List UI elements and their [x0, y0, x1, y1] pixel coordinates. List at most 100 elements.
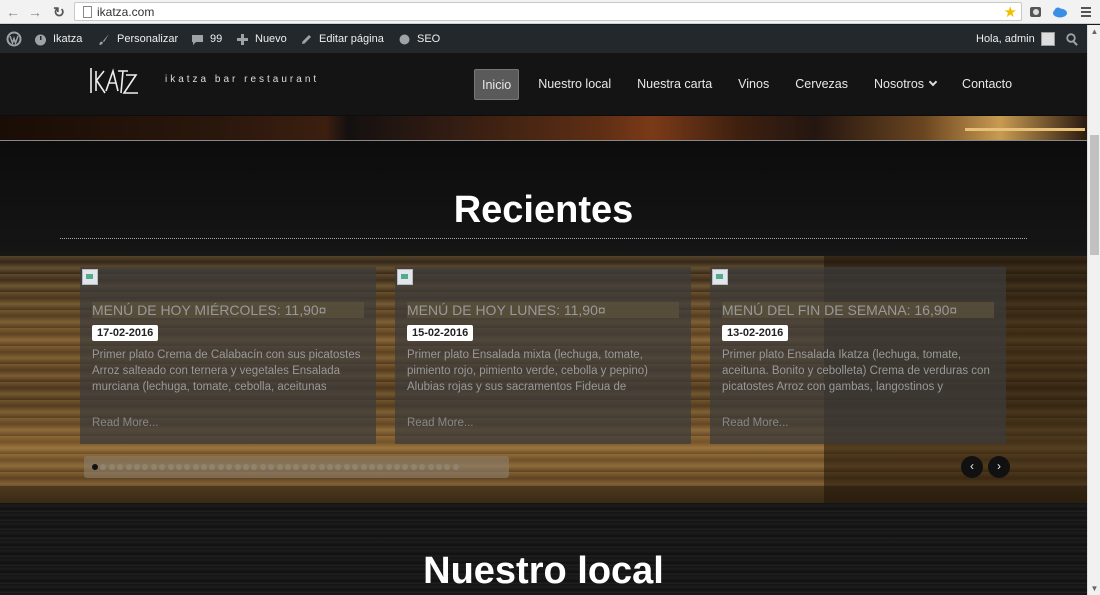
post-excerpt: Primer plato Ensalada Ikatza (lechuga, t… [722, 349, 990, 393]
read-more-link[interactable]: Read More... [92, 417, 158, 429]
pagination-dot[interactable] [234, 464, 241, 470]
pagination-dot[interactable] [226, 464, 233, 470]
pagination-dot[interactable] [427, 464, 434, 470]
site-tagline: ikatza bar restaurant [165, 74, 320, 85]
nav-vinos[interactable]: Vinos [731, 69, 776, 100]
pagination-dot[interactable] [243, 464, 250, 470]
pagination-dot[interactable] [343, 464, 350, 470]
pagination-dot[interactable] [117, 464, 124, 470]
browser-toolbar: ← → ↻ ikatza.com ★ [0, 0, 1100, 24]
pagination-dot[interactable] [108, 464, 115, 470]
pagination-dot[interactable] [360, 464, 367, 470]
nuestro-local-title: Nuestro local [423, 550, 664, 592]
read-more-link[interactable]: Read More... [407, 417, 473, 429]
back-icon[interactable]: ← [4, 3, 22, 21]
pagination-dot[interactable] [142, 464, 149, 470]
nav-nuestra-carta[interactable]: Nuestra carta [630, 69, 719, 100]
pagination-dot[interactable] [310, 464, 317, 470]
wp-customize-item[interactable]: Personalizar [98, 25, 178, 53]
wp-edit-page-item[interactable]: Editar página [300, 25, 384, 53]
pagination-dot[interactable] [209, 464, 216, 470]
pagination-dot[interactable] [410, 464, 417, 470]
nav-nuestro-local[interactable]: Nuestro local [531, 69, 618, 100]
pagination-dot[interactable] [217, 464, 224, 470]
post-title[interactable]: MENÚ DEL FIN DE SEMANA: 16,90¤ [722, 302, 994, 318]
wp-site-item[interactable]: Ikatza [34, 25, 82, 53]
wp-customize-label: Personalizar [117, 33, 179, 45]
reload-icon[interactable]: ↻ [50, 3, 68, 21]
pagination-dot[interactable] [402, 464, 409, 470]
scrollbar-thumb[interactable] [1090, 135, 1099, 255]
pagination-dot[interactable] [125, 464, 132, 470]
avatar [1040, 32, 1055, 46]
pagination-dot[interactable] [175, 464, 182, 470]
pagination-dot[interactable] [352, 464, 359, 470]
pagination-dot[interactable] [251, 464, 258, 470]
page-scrollbar[interactable]: ▲ ▼ [1087, 25, 1100, 595]
pagination-dot[interactable] [92, 464, 98, 470]
pagination-dot[interactable] [268, 464, 275, 470]
wp-search-item[interactable] [1066, 25, 1079, 53]
nav-contacto[interactable]: Contacto [955, 69, 1019, 100]
pagination-dot[interactable] [201, 464, 208, 470]
pagination-dot[interactable] [452, 464, 459, 470]
wp-comments-count: 99 [210, 33, 223, 45]
pagination-dot[interactable] [368, 464, 375, 470]
pagination-dot[interactable] [436, 464, 443, 470]
pagination-dots [92, 464, 459, 470]
ikatza-logo[interactable] [88, 63, 142, 99]
menu-icon[interactable] [1078, 4, 1094, 20]
pagination-dot[interactable] [133, 464, 140, 470]
wp-seo-label: SEO [417, 33, 441, 45]
pagination-dot[interactable] [276, 464, 283, 470]
carousel-next-button[interactable]: › [988, 456, 1010, 478]
read-more-link[interactable]: Read More... [722, 417, 788, 429]
pagination-dot[interactable] [335, 464, 342, 470]
pagination-dot[interactable] [377, 464, 384, 470]
pagination-dot[interactable] [259, 464, 266, 470]
pagination-dot[interactable] [444, 464, 451, 470]
wp-new-item[interactable]: Nuevo [236, 25, 287, 53]
site-header: ikatza bar restaurant Inicio Nuestro loc… [0, 53, 1087, 116]
site-content: ikatza bar restaurant Inicio Nuestro loc… [0, 53, 1087, 595]
wp-account-item[interactable]: Hola, admin [976, 25, 1055, 53]
nav-inicio[interactable]: Inicio [474, 69, 520, 100]
post-title[interactable]: MENÚ DE HOY MIÉRCOLES: 11,90¤ [92, 302, 364, 318]
dashboard-icon [35, 34, 46, 45]
wp-seo-item[interactable]: SEO [398, 25, 440, 53]
wp-greeting: Hola, admin [976, 33, 1035, 45]
extension-icon[interactable] [1028, 4, 1044, 20]
pagination-dot[interactable] [385, 464, 392, 470]
bookmark-star-icon[interactable]: ★ [1004, 3, 1017, 21]
scroll-down-icon[interactable]: ▼ [1090, 584, 1099, 593]
post-date: 17-02-2016 [92, 325, 159, 341]
post-card[interactable]: MENÚ DEL FIN DE SEMANA: 16,90¤ 13-02-201… [710, 267, 1006, 444]
pagination-dot[interactable] [301, 464, 308, 470]
carousel-prev-button[interactable]: ‹ [961, 456, 983, 478]
pagination-dot[interactable] [394, 464, 401, 470]
wp-comments-item[interactable]: 99 [191, 25, 222, 53]
nav-cervezas[interactable]: Cervezas [788, 69, 855, 100]
post-date: 13-02-2016 [722, 325, 789, 341]
nav-nosotros-label: Nosotros [874, 77, 925, 91]
post-card[interactable]: MENÚ DE HOY LUNES: 11,90¤ 15-02-2016 Pri… [395, 267, 691, 444]
scroll-up-icon[interactable]: ▲ [1090, 27, 1099, 36]
pagination-dot[interactable] [419, 464, 426, 470]
post-title[interactable]: MENÚ DE HOY LUNES: 11,90¤ [407, 302, 679, 318]
pagination-dot[interactable] [192, 464, 199, 470]
forward-icon[interactable]: → [26, 3, 44, 21]
nav-nosotros[interactable]: Nosotros [867, 69, 943, 100]
post-card[interactable]: MENÚ DE HOY MIÉRCOLES: 11,90¤ 17-02-2016… [80, 267, 376, 444]
pagination-dot[interactable] [326, 464, 333, 470]
pagination-dot[interactable] [184, 464, 191, 470]
cloud-extension-icon[interactable] [1052, 4, 1068, 20]
pagination-dot[interactable] [100, 464, 107, 470]
address-bar[interactable]: ikatza.com ★ [74, 2, 1022, 21]
pagination-dot[interactable] [167, 464, 174, 470]
wp-logo-item[interactable] [6, 25, 22, 53]
pagination-dot[interactable] [318, 464, 325, 470]
pagination-dot[interactable] [284, 464, 291, 470]
pagination-dot[interactable] [159, 464, 166, 470]
pagination-dot[interactable] [150, 464, 157, 470]
pagination-dot[interactable] [293, 464, 300, 470]
